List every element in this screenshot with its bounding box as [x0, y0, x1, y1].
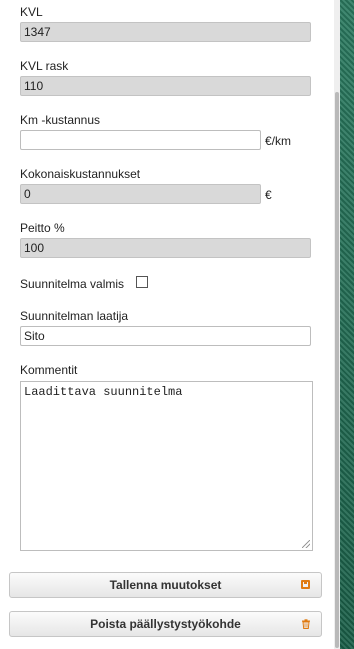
save-icon [301, 580, 311, 590]
delete-button[interactable]: Poista päällystystyökohde [9, 611, 322, 637]
suunnitelma-valmis-label: Suunnitelma valmis [20, 277, 125, 291]
scrollbar-thumb[interactable] [335, 92, 339, 648]
suunnitelma-valmis-checkbox[interactable] [136, 276, 148, 288]
peitto-field[interactable]: 100 [20, 238, 311, 258]
kommentit-text: Laadittava suunnitelma [24, 385, 183, 399]
kommentit-textarea[interactable]: Laadittava suunnitelma [20, 381, 313, 551]
trash-icon [301, 619, 311, 629]
kokonaiskustannukset-unit: € [265, 188, 272, 202]
save-button-label: Tallenna muutokset [109, 578, 222, 592]
save-button[interactable]: Tallenna muutokset [9, 572, 322, 598]
kommentit-label: Kommentit [20, 363, 78, 377]
kvl-field[interactable]: 1347 [20, 22, 311, 42]
kokonaiskustannukset-field[interactable]: 0 [20, 184, 261, 204]
kvl-rask-label: KVL rask [20, 59, 69, 73]
kokonaiskustannukset-label: Kokonaiskustannukset [20, 167, 141, 181]
edit-panel: KVL 1347 KVL rask 110 Km -kustannus €/km… [0, 0, 335, 649]
panel-scrollbar[interactable] [334, 0, 340, 649]
delete-button-label: Poista päällystystyökohde [90, 617, 241, 631]
laatija-label: Suunnitelman laatija [20, 309, 129, 323]
km-kustannus-label: Km -kustannus [20, 113, 101, 127]
kvl-rask-field[interactable]: 110 [20, 76, 311, 96]
kvl-label: KVL [20, 5, 43, 19]
km-kustannus-unit: €/km [265, 134, 292, 148]
peitto-label: Peitto % [20, 221, 65, 235]
resize-grip-icon[interactable] [302, 540, 310, 548]
map-background [340, 0, 354, 649]
laatija-input[interactable]: Sito [20, 326, 311, 346]
km-kustannus-input[interactable] [20, 130, 261, 150]
